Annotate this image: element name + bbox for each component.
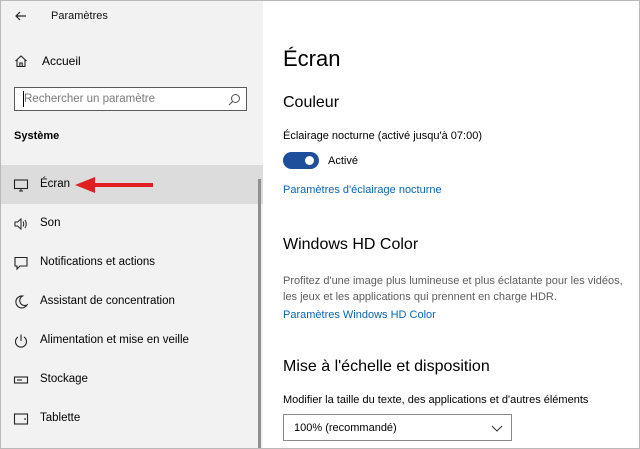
sidebar-item-label: Assistant de concentration [40,295,175,307]
section-heading-scale-layout: Mise à l'échelle et disposition [283,358,490,375]
sidebar: Paramètres Accueil Système Écran [1,1,263,448]
search-box[interactable] [14,87,247,111]
scale-dropdown[interactable]: 100% (recommandé) [283,414,512,441]
back-button[interactable] [10,6,32,26]
title-bar: Paramètres [1,1,263,31]
toggle-knob [305,156,314,165]
notification-icon [14,256,28,271]
sidebar-item-label: Écran [40,178,71,190]
sidebar-item-label: Son [40,217,61,229]
storage-icon [13,376,29,384]
section-heading-hd-color: Windows HD Color [283,236,419,253]
power-icon [14,334,28,348]
scale-dropdown-value: 100% (recommandé) [294,422,397,434]
sidebar-item-focus-assist[interactable]: Assistant de concentration [1,282,263,321]
home-icon [15,55,27,68]
sidebar-item-son[interactable]: Son [1,204,263,243]
page-title: Écran [283,46,341,71]
app-title: Paramètres [51,10,108,22]
night-light-settings-link[interactable]: Paramètres d'éclairage nocturne [283,184,442,196]
sidebar-item-storage[interactable]: Stockage [1,360,263,399]
night-light-label: Éclairage nocturne (activé jusqu'à 07:00… [283,130,482,142]
speaker-icon [14,217,27,231]
settings-window: Paramètres Accueil Système Écran [0,0,640,449]
sidebar-nav: Écran Son Notifications et actions Assis… [1,165,263,438]
sidebar-item-label: Tablette [40,412,81,424]
chevron-down-icon [491,425,503,432]
main-content: Écran Couleur Éclairage nocturne (activé… [263,1,639,448]
section-title: Système [14,130,60,142]
home-label: Accueil [42,54,81,68]
search-input[interactable] [15,88,229,110]
hd-color-settings-link[interactable]: Paramètres Windows HD Color [283,309,436,321]
night-light-toggle[interactable] [283,152,319,169]
sidebar-item-home[interactable]: Accueil [1,47,263,75]
hd-color-description: Profitez d'une image plus lumineuse et p… [283,275,623,303]
sidebar-item-label: Notifications et actions [40,256,156,268]
search-icon[interactable] [228,93,241,106]
sidebar-item-tablet[interactable]: Tablette [1,399,263,438]
moon-icon [15,295,29,309]
sidebar-scrollbar[interactable] [258,179,261,448]
sidebar-item-notifications[interactable]: Notifications et actions [1,243,263,282]
section-heading-color: Couleur [283,94,340,111]
tablet-icon [13,413,29,425]
sidebar-item-power[interactable]: Alimentation et mise en veille [1,321,263,360]
sidebar-item-label: Alimentation et mise en veille [40,334,189,346]
night-light-toggle-label: Activé [328,155,358,167]
monitor-icon [13,179,29,192]
sidebar-item-label: Stockage [40,373,88,385]
scale-label: Modifier la taille du texte, des applica… [283,394,589,406]
arrow-left-icon [15,11,26,21]
red-arrow-annotation [75,177,153,193]
